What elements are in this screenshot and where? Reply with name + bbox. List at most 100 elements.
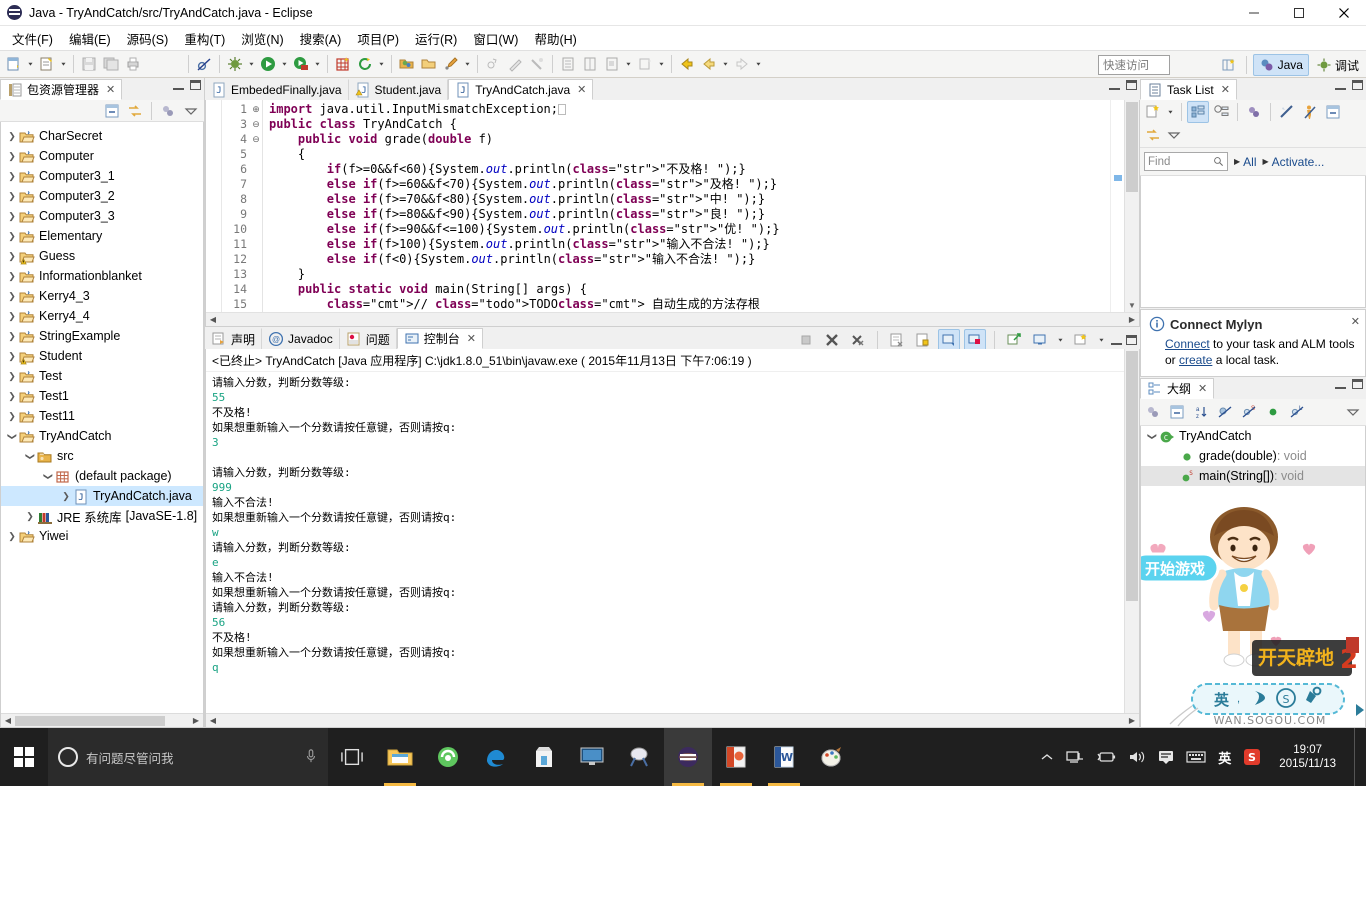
tree-item-computer3-2[interactable]: Computer3_2 xyxy=(1,186,203,206)
task-view-button[interactable] xyxy=(328,728,376,786)
taskbar-remote-desktop[interactable] xyxy=(568,728,616,786)
outline-item-main-string[interactable]: Smain(String[]) : void xyxy=(1141,466,1365,486)
fold-toggle[interactable]: ⊖ xyxy=(250,117,262,132)
toggle-breakpoint-icon[interactable] xyxy=(193,53,215,75)
code-line[interactable]: else if(f<0){System.out.println(class="s… xyxy=(269,252,1139,267)
chevron-right-icon[interactable] xyxy=(5,311,19,322)
fold-toggle[interactable]: ⊕ xyxy=(250,102,262,117)
hide-fields-icon[interactable] xyxy=(1214,401,1236,423)
chevron-right-icon[interactable] xyxy=(5,411,19,422)
editor-vertical-scrollbar[interactable]: ▼ xyxy=(1124,100,1139,312)
task-find-input[interactable]: Find xyxy=(1144,152,1228,171)
run-icon[interactable] xyxy=(257,53,279,75)
tree-item-src[interactable]: src xyxy=(1,446,203,466)
scroll-left-icon[interactable]: ◀ xyxy=(1,716,15,725)
tree-item-yiwei[interactable]: Yiwei xyxy=(1,526,203,546)
view-menu-icon[interactable] xyxy=(1165,124,1183,146)
tab-student[interactable]: J Student.java xyxy=(349,79,449,100)
scroll-left-icon[interactable]: ◀ xyxy=(206,315,220,324)
console-output-container[interactable]: <已终止> TryAndCatch [Java 应用程序] C:\jdk1.8.… xyxy=(205,349,1140,728)
console-horizontal-scrollbar[interactable]: ◀ ▶ xyxy=(206,713,1139,727)
action-center-icon[interactable] xyxy=(1158,750,1174,764)
keyboard-icon[interactable] xyxy=(1186,750,1206,764)
forward-dropdown-icon[interactable] xyxy=(753,53,764,75)
collapse-all-icon[interactable] xyxy=(1322,101,1344,123)
open-console-dropdown-icon[interactable] xyxy=(1096,329,1107,351)
open-type-icon[interactable] xyxy=(396,53,418,75)
back-icon[interactable] xyxy=(676,53,698,75)
scroll-thumb[interactable] xyxy=(15,715,165,726)
focus-on-workweek-icon[interactable] xyxy=(1276,101,1298,123)
menu-project[interactable]: 项目(P) xyxy=(349,26,407,51)
activate-task-icon[interactable] xyxy=(1299,101,1321,123)
chevron-down-icon[interactable] xyxy=(23,451,37,462)
tree-item-elementary[interactable]: Elementary xyxy=(1,226,203,246)
perspective-java[interactable]: Java xyxy=(1252,54,1309,76)
code-line[interactable]: else if(f>=90&&f<=100){System.out.printl… xyxy=(269,222,1139,237)
tab-console[interactable]: 控制台 ✕ xyxy=(396,328,483,349)
code-line[interactable]: public class TryAndCatch { xyxy=(269,117,1139,132)
mylyn-create-link[interactable]: create xyxy=(1179,353,1212,367)
fold-toggle[interactable]: ⊖ xyxy=(250,132,262,147)
pin-console-icon[interactable] xyxy=(1003,329,1025,351)
run-coverage-icon[interactable] xyxy=(290,53,312,75)
menu-run[interactable]: 运行(R) xyxy=(407,26,465,51)
menu-file[interactable]: 文件(F) xyxy=(4,26,61,51)
chevron-right-icon[interactable] xyxy=(5,231,19,242)
debug-icon[interactable] xyxy=(224,53,246,75)
editor-horizontal-scrollbar[interactable]: ◀ ▶ xyxy=(206,312,1139,326)
save-icon[interactable] xyxy=(78,53,100,75)
scheduled-mode-icon[interactable] xyxy=(1210,101,1232,123)
tree-item-computer3-3[interactable]: Computer3_3 xyxy=(1,206,203,226)
scroll-track[interactable] xyxy=(15,715,189,727)
tree-item-computer[interactable]: Computer xyxy=(1,146,203,166)
battery-icon[interactable] xyxy=(1096,750,1116,764)
network-icon[interactable] xyxy=(1066,749,1084,765)
show-console-on-error-icon[interactable] xyxy=(964,329,986,351)
package-explorer-tree[interactable]: CharSecret Computer Computer3_1 Computer3_2… xyxy=(1,122,203,546)
display-selected-console-icon[interactable] xyxy=(1029,329,1051,351)
tree-item-informationblanket[interactable]: Informationblanket xyxy=(1,266,203,286)
view-menu-icon[interactable] xyxy=(180,100,202,122)
new-java-class-dropdown-icon[interactable] xyxy=(58,53,69,75)
code-line[interactable]: { xyxy=(269,147,1139,162)
print-icon[interactable] xyxy=(122,53,144,75)
taskbar-microsoft-store[interactable] xyxy=(520,728,568,786)
maximize-icon[interactable] xyxy=(1352,80,1363,90)
menu-source[interactable]: 源码(S) xyxy=(119,26,177,51)
clear-console-icon[interactable] xyxy=(886,329,908,351)
show-desktop-button[interactable] xyxy=(1354,728,1360,786)
scroll-right-icon[interactable]: ▶ xyxy=(189,716,203,725)
maximize-icon[interactable] xyxy=(1352,379,1363,389)
task-list-body[interactable] xyxy=(1140,176,1366,308)
toggle-block-selection-icon[interactable] xyxy=(601,53,623,75)
run-coverage-dropdown-icon[interactable] xyxy=(312,53,323,75)
remove-launch-icon[interactable] xyxy=(821,329,843,351)
taskbar-powerpoint[interactable] xyxy=(712,728,760,786)
close-icon[interactable]: ✕ xyxy=(1198,382,1207,395)
tab-javadoc[interactable]: @ Javadoc xyxy=(262,328,340,349)
package-explorer-tree-container[interactable]: CharSecret Computer Computer3_1 Computer3_2… xyxy=(0,122,204,728)
volume-icon[interactable] xyxy=(1128,749,1146,765)
close-icon[interactable]: ✕ xyxy=(1351,315,1360,328)
code-line[interactable]: else if(f>=70&&f<80){System.out.println(… xyxy=(269,192,1139,207)
chevron-right-icon[interactable] xyxy=(59,491,73,502)
minimize-icon[interactable] xyxy=(1111,336,1122,345)
taskbar-clock[interactable]: 19:07 2015/11/13 xyxy=(1273,743,1342,771)
chevron-right-icon[interactable] xyxy=(5,211,19,222)
display-console-dropdown-icon[interactable] xyxy=(1055,329,1066,351)
next-annotation-icon[interactable] xyxy=(504,53,526,75)
tree-item-test1[interactable]: Test1 xyxy=(1,386,203,406)
chevron-right-icon[interactable] xyxy=(5,151,19,162)
tree-item-guess[interactable]: Guess xyxy=(1,246,203,266)
chevron-right-icon[interactable] xyxy=(23,511,37,522)
synchronize-icon[interactable] xyxy=(1243,101,1265,123)
chevron-right-icon[interactable] xyxy=(5,351,19,362)
outline-item-tryandcatch[interactable]: C TryAndCatch xyxy=(1141,426,1365,446)
tree-item-computer3-1[interactable]: Computer3_1 xyxy=(1,166,203,186)
tab-problems[interactable]: 问题 xyxy=(340,328,397,349)
tree-item-test[interactable]: Test xyxy=(1,366,203,386)
code-line[interactable]: if(f>=0&&f<60){System.out.println(class=… xyxy=(269,162,1139,177)
show-whitespace-icon[interactable] xyxy=(579,53,601,75)
tab-tryandcatch[interactable]: J TryAndCatch.java ✕ xyxy=(448,79,594,100)
